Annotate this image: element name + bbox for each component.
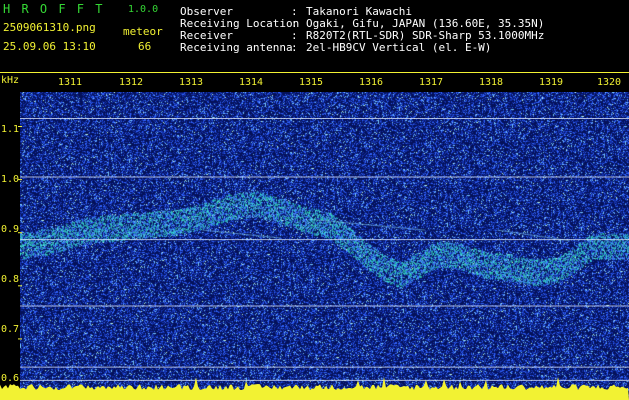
app-name: H R O F F T [3,2,105,16]
app-version: 1.0.0 [128,4,159,15]
meteor-label: meteor [123,25,163,38]
info-colon: : [291,41,298,54]
info-label-antenna: Receiving antenna [180,41,293,54]
info-value-antenna: 2el-HB9CV Vertical (el. E-W) [306,41,492,54]
date-time: 25.09.06 13:10 [3,40,96,53]
file-name: 2509061310.png [3,21,96,34]
meteor-count: 66 [138,40,152,53]
spectrogram-overlay [0,118,629,400]
header-panel: H R O F F T 1.0.0 2509061310.png meteor … [0,0,629,73]
